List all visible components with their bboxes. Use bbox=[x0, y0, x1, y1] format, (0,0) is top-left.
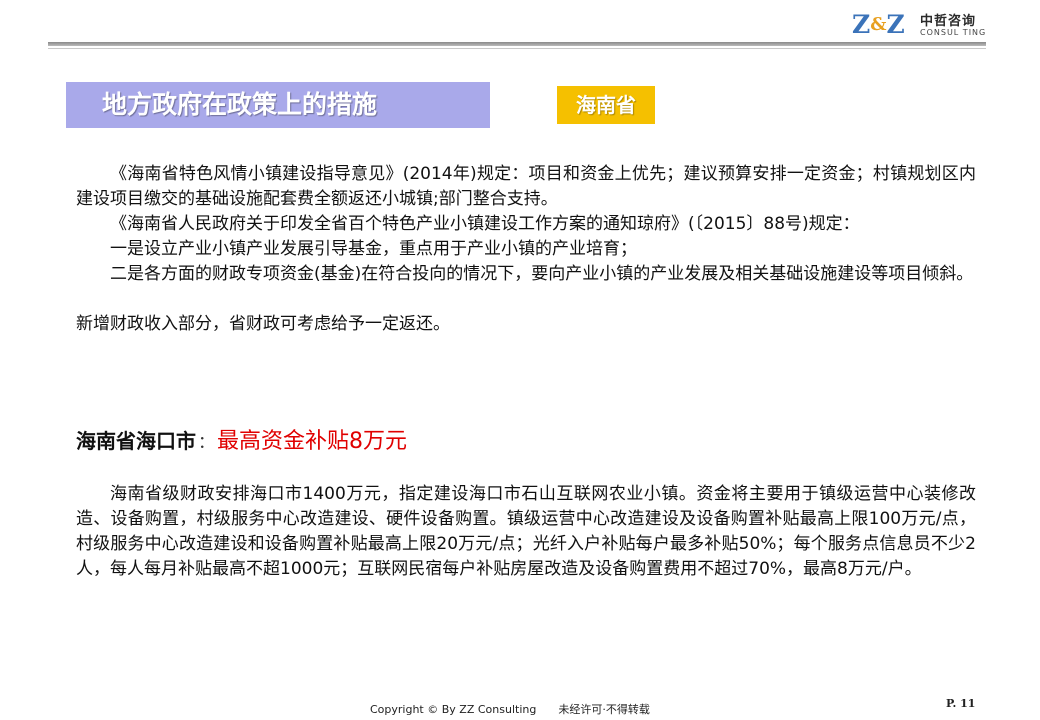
logo-name-cn: 中哲咨询 bbox=[920, 14, 977, 29]
copyright-notice: 未经许可·不得转载 bbox=[558, 703, 650, 716]
logo-mark-right: Z bbox=[886, 10, 905, 39]
copyright-text: Copyright © By ZZ Consulting bbox=[370, 703, 537, 716]
haikou-heading-highlight: 最高资金补贴8万元 bbox=[217, 429, 407, 454]
header-divider-thin bbox=[48, 48, 986, 49]
footer-copyright: Copyright © By ZZ Consulting 未经许可·不得转载 bbox=[370, 701, 650, 717]
page-number: P. 11 bbox=[946, 697, 976, 710]
haikou-heading: 海南省海口市 ：最高资金补贴8万元 bbox=[76, 424, 407, 460]
province-tag: 海南省 bbox=[557, 86, 655, 124]
haikou-heading-colon: ： bbox=[198, 433, 215, 453]
policy-paragraph: 二是各方面的财政专项资金(基金)在符合投向的情况下，要向产业小镇的产业发展及相关… bbox=[110, 264, 974, 284]
logo-name-en: CONSUL TING bbox=[920, 28, 987, 37]
header-divider bbox=[48, 42, 986, 46]
policy-text-section: 《海南省特色风情小镇建设指导意见》(2014年)规定：项目和资金上优先；建议预算… bbox=[76, 162, 976, 337]
policy-paragraph: 一是设立产业小镇产业发展引导基金，重点用于产业小镇的产业培育； bbox=[110, 239, 637, 259]
haikou-text-section: 海南省级财政安排海口市1400万元，指定建设海口市石山互联网农业小镇。资金将主要… bbox=[76, 482, 976, 582]
logo-mark: Z&Z bbox=[852, 10, 905, 39]
slide-title: 地方政府在政策上的措施 bbox=[66, 82, 490, 128]
policy-paragraph: 《海南省特色风情小镇建设指导意见》(2014年)规定：项目和资金上优先；建议预算… bbox=[76, 164, 976, 209]
haikou-paragraph: 海南省级财政安排海口市1400万元，指定建设海口市石山互联网农业小镇。资金将主要… bbox=[76, 484, 976, 579]
haikou-heading-name: 海南省海口市 bbox=[76, 429, 196, 453]
company-logo: Z&Z 中哲咨询 CONSUL TING bbox=[852, 10, 987, 42]
logo-mark-amp: & bbox=[870, 14, 886, 35]
policy-paragraph: 《海南省人民政府关于印发全省百个特色产业小镇建设工作方案的通知琼府》(〔2015… bbox=[110, 214, 860, 234]
logo-mark-left: Z bbox=[852, 10, 870, 39]
policy-closing-line: 新增财政收入部分，省财政可考虑给予一定返还。 bbox=[76, 314, 450, 334]
